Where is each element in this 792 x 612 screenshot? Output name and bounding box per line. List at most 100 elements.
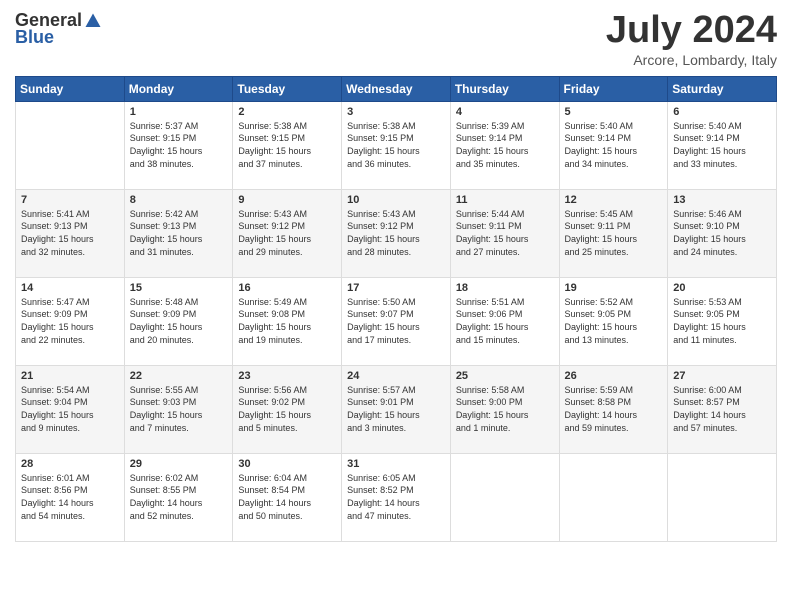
- calendar-cell: 5 Sunrise: 5:40 AMSunset: 9:14 PMDaylight…: [559, 101, 668, 189]
- calendar-cell: [559, 453, 668, 541]
- calendar-cell: 6 Sunrise: 5:40 AMSunset: 9:14 PMDaylight…: [668, 101, 777, 189]
- day-number: 21: [21, 370, 119, 382]
- day-number: 26: [565, 370, 663, 382]
- day-number: 13: [673, 194, 771, 206]
- day-info: Sunrise: 5:54 AMSunset: 9:04 PMDaylight:…: [21, 384, 119, 434]
- day-number: 27: [673, 370, 771, 382]
- calendar-cell: 19 Sunrise: 5:52 AMSunset: 9:05 PMDayligh…: [559, 277, 668, 365]
- calendar-header-saturday: Saturday: [668, 76, 777, 101]
- calendar-header-tuesday: Tuesday: [233, 76, 342, 101]
- calendar-header-sunday: Sunday: [16, 76, 125, 101]
- day-number: 25: [456, 370, 554, 382]
- day-number: 14: [21, 282, 119, 294]
- calendar-cell: 9 Sunrise: 5:43 AMSunset: 9:12 PMDaylight…: [233, 189, 342, 277]
- calendar-cell: 23 Sunrise: 5:56 AMSunset: 9:02 PMDayligh…: [233, 365, 342, 453]
- day-number: 12: [565, 194, 663, 206]
- calendar-cell: 29 Sunrise: 6:02 AMSunset: 8:55 PMDayligh…: [124, 453, 233, 541]
- calendar-cell: 31 Sunrise: 6:05 AMSunset: 8:52 PMDayligh…: [342, 453, 451, 541]
- day-info: Sunrise: 6:05 AMSunset: 8:52 PMDaylight:…: [347, 472, 445, 522]
- calendar-week-row: 28 Sunrise: 6:01 AMSunset: 8:56 PMDayligh…: [16, 453, 777, 541]
- calendar-cell: 11Sunrise: 5:44 AMSunset: 9:11 PMDayligh…: [450, 189, 559, 277]
- day-info: Sunrise: 5:46 AMSunset: 9:10 PMDaylight:…: [673, 208, 771, 258]
- page: General Blue July 2024 Arcore, Lombardy,…: [0, 0, 792, 612]
- calendar-cell: 25 Sunrise: 5:58 AMSunset: 9:00 PMDayligh…: [450, 365, 559, 453]
- day-number: 18: [456, 282, 554, 294]
- calendar-cell: 24Sunrise: 5:57 AMSunset: 9:01 PMDayligh…: [342, 365, 451, 453]
- day-number: 10: [347, 194, 445, 206]
- calendar-cell: 22 Sunrise: 5:55 AMSunset: 9:03 PMDayligh…: [124, 365, 233, 453]
- day-info: Sunrise: 5:51 AMSunset: 9:06 PMDaylight:…: [456, 296, 554, 346]
- day-info: Sunrise: 5:43 AMSunset: 9:12 PMDaylight:…: [238, 208, 336, 258]
- day-info: Sunrise: 5:40 AMSunset: 9:14 PMDaylight:…: [565, 120, 663, 170]
- calendar-cell: 14 Sunrise: 5:47 AMSunset: 9:09 PMDayligh…: [16, 277, 125, 365]
- day-info: Sunrise: 5:41 AMSunset: 9:13 PMDaylight:…: [21, 208, 119, 258]
- calendar-cell: 10 Sunrise: 5:43 AMSunset: 9:12 PMDayligh…: [342, 189, 451, 277]
- day-number: 22: [130, 370, 228, 382]
- day-info: Sunrise: 6:02 AMSunset: 8:55 PMDaylight:…: [130, 472, 228, 522]
- calendar-cell: 27 Sunrise: 6:00 AMSunset: 8:57 PMDayligh…: [668, 365, 777, 453]
- day-number: 30: [238, 458, 336, 470]
- day-number: 3: [347, 106, 445, 118]
- logo: General Blue: [15, 10, 102, 48]
- logo-blue-text: Blue: [15, 27, 54, 48]
- calendar-week-row: 21 Sunrise: 5:54 AMSunset: 9:04 PMDayligh…: [16, 365, 777, 453]
- calendar-cell: 18 Sunrise: 5:51 AMSunset: 9:06 PMDayligh…: [450, 277, 559, 365]
- day-number: 2: [238, 106, 336, 118]
- calendar-cell: 20 Sunrise: 5:53 AMSunset: 9:05 PMDayligh…: [668, 277, 777, 365]
- day-number: 5: [565, 106, 663, 118]
- day-info: Sunrise: 5:42 AMSunset: 9:13 PMDaylight:…: [130, 208, 228, 258]
- calendar-header-wednesday: Wednesday: [342, 76, 451, 101]
- day-number: 23: [238, 370, 336, 382]
- calendar-cell: 3Sunrise: 5:38 AMSunset: 9:15 PMDaylight…: [342, 101, 451, 189]
- day-info: Sunrise: 5:58 AMSunset: 9:00 PMDaylight:…: [456, 384, 554, 434]
- day-info: Sunrise: 6:04 AMSunset: 8:54 PMDaylight:…: [238, 472, 336, 522]
- calendar-cell: 26 Sunrise: 5:59 AMSunset: 8:58 PMDayligh…: [559, 365, 668, 453]
- day-number: 24: [347, 370, 445, 382]
- day-info: Sunrise: 5:43 AMSunset: 9:12 PMDaylight:…: [347, 208, 445, 258]
- calendar-cell: 16Sunrise: 5:49 AMSunset: 9:08 PMDayligh…: [233, 277, 342, 365]
- calendar-cell: 28 Sunrise: 6:01 AMSunset: 8:56 PMDayligh…: [16, 453, 125, 541]
- calendar-cell: 13 Sunrise: 5:46 AMSunset: 9:10 PMDayligh…: [668, 189, 777, 277]
- calendar-cell: 12 Sunrise: 5:45 AMSunset: 9:11 PMDayligh…: [559, 189, 668, 277]
- day-info: Sunrise: 6:01 AMSunset: 8:56 PMDaylight:…: [21, 472, 119, 522]
- calendar-cell: 21 Sunrise: 5:54 AMSunset: 9:04 PMDayligh…: [16, 365, 125, 453]
- calendar-header-row: SundayMondayTuesdayWednesdayThursdayFrid…: [16, 76, 777, 101]
- day-info: Sunrise: 5:55 AMSunset: 9:03 PMDaylight:…: [130, 384, 228, 434]
- day-number: 8: [130, 194, 228, 206]
- day-info: Sunrise: 5:39 AMSunset: 9:14 PMDaylight:…: [456, 120, 554, 170]
- calendar-cell: 8 Sunrise: 5:42 AMSunset: 9:13 PMDaylight…: [124, 189, 233, 277]
- day-info: Sunrise: 5:50 AMSunset: 9:07 PMDaylight:…: [347, 296, 445, 346]
- day-info: Sunrise: 6:00 AMSunset: 8:57 PMDaylight:…: [673, 384, 771, 434]
- calendar-header-thursday: Thursday: [450, 76, 559, 101]
- day-number: 19: [565, 282, 663, 294]
- location: Arcore, Lombardy, Italy: [606, 52, 777, 68]
- day-number: 29: [130, 458, 228, 470]
- day-info: Sunrise: 5:53 AMSunset: 9:05 PMDaylight:…: [673, 296, 771, 346]
- day-info: Sunrise: 5:49 AMSunset: 9:08 PMDaylight:…: [238, 296, 336, 346]
- logo-icon: [84, 12, 102, 30]
- month-title: July 2024: [606, 10, 777, 52]
- day-number: 4: [456, 106, 554, 118]
- day-info: Sunrise: 5:52 AMSunset: 9:05 PMDaylight:…: [565, 296, 663, 346]
- day-info: Sunrise: 5:47 AMSunset: 9:09 PMDaylight:…: [21, 296, 119, 346]
- title-block: July 2024 Arcore, Lombardy, Italy: [606, 10, 777, 68]
- calendar-cell: [16, 101, 125, 189]
- day-number: 31: [347, 458, 445, 470]
- calendar-cell: 1Sunrise: 5:37 AMSunset: 9:15 PMDaylight…: [124, 101, 233, 189]
- day-number: 6: [673, 106, 771, 118]
- day-info: Sunrise: 5:59 AMSunset: 8:58 PMDaylight:…: [565, 384, 663, 434]
- day-info: Sunrise: 5:44 AMSunset: 9:11 PMDaylight:…: [456, 208, 554, 258]
- calendar-week-row: 7 Sunrise: 5:41 AMSunset: 9:13 PMDaylight…: [16, 189, 777, 277]
- day-number: 7: [21, 194, 119, 206]
- day-number: 15: [130, 282, 228, 294]
- day-number: 28: [21, 458, 119, 470]
- calendar-cell: [668, 453, 777, 541]
- calendar-cell: 4 Sunrise: 5:39 AMSunset: 9:14 PMDaylight…: [450, 101, 559, 189]
- day-info: Sunrise: 5:56 AMSunset: 9:02 PMDaylight:…: [238, 384, 336, 434]
- calendar-week-row: 1Sunrise: 5:37 AMSunset: 9:15 PMDaylight…: [16, 101, 777, 189]
- day-info: Sunrise: 5:45 AMSunset: 9:11 PMDaylight:…: [565, 208, 663, 258]
- day-number: 9: [238, 194, 336, 206]
- day-info: Sunrise: 5:40 AMSunset: 9:14 PMDaylight:…: [673, 120, 771, 170]
- day-info: Sunrise: 5:38 AMSunset: 9:15 PMDaylight:…: [238, 120, 336, 170]
- day-number: 20: [673, 282, 771, 294]
